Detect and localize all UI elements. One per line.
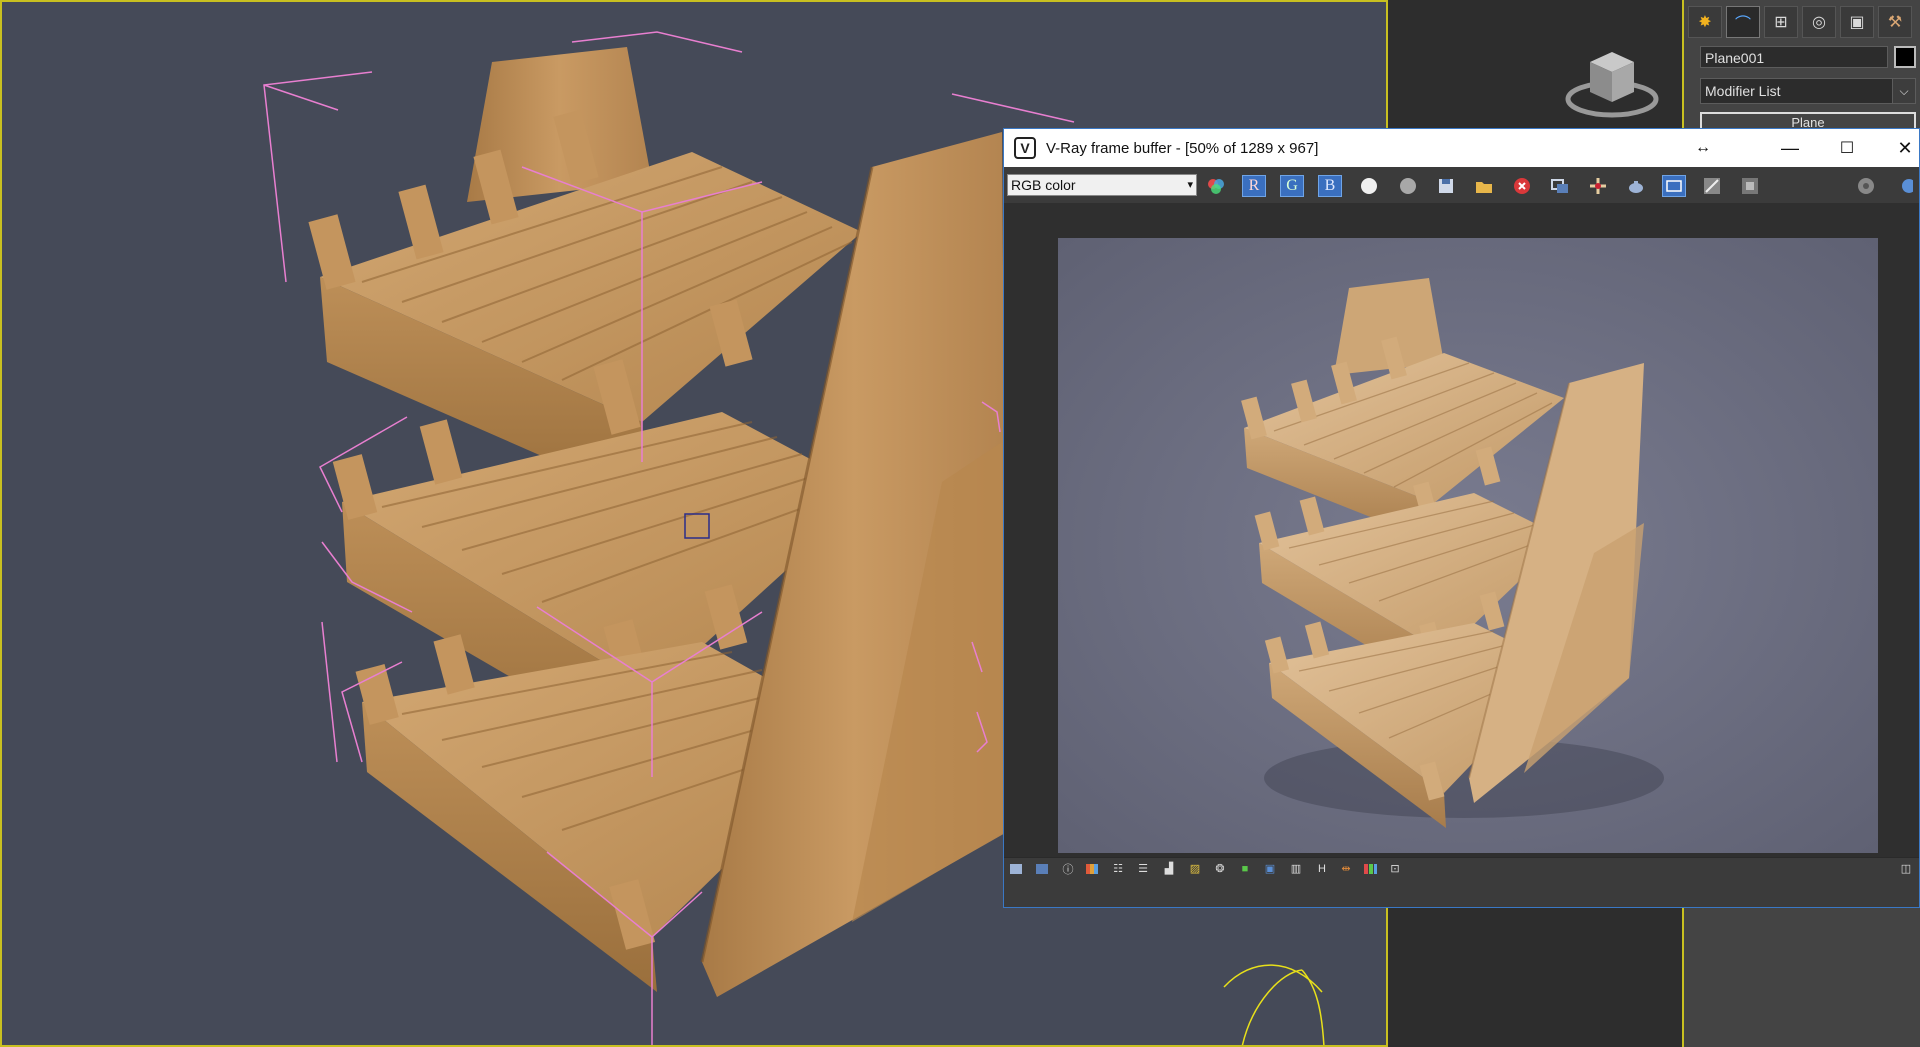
chevron-down-icon: ⌵ <box>1892 79 1915 103</box>
light-helper-icon[interactable] <box>1223 964 1325 1047</box>
minimize-button[interactable]: — <box>1767 129 1813 167</box>
sun-icon[interactable]: ✸ <box>1688 6 1722 38</box>
command-panel-tabs: ✸ ⌒ ⊞ ◎ ▣ ⚒ <box>1684 0 1920 44</box>
lut-icon[interactable]: ❂ <box>1212 861 1228 876</box>
save-icon[interactable] <box>1434 175 1458 197</box>
display-icon[interactable]: ▣ <box>1840 6 1874 38</box>
color-channels-icon[interactable] <box>1204 175 1228 197</box>
alpha-white-icon[interactable] <box>1357 175 1381 197</box>
histogram-icon[interactable]: ▟ <box>1161 861 1177 876</box>
balance-icon[interactable]: ☰ <box>1135 861 1151 876</box>
resize-arrows-icon[interactable]: ↔ <box>1680 129 1726 167</box>
vray-logo-icon: V <box>1014 137 1036 159</box>
info-icon[interactable]: ⓘ <box>1060 861 1076 876</box>
curve-icon[interactable]: ⌒ <box>1726 6 1760 38</box>
vray-frame-buffer-window: V V-Ray frame buffer - [50% of 1289 x 96… <box>1003 128 1920 908</box>
levels-icon[interactable] <box>1084 861 1100 876</box>
ocio-icon[interactable]: ■ <box>1237 861 1253 876</box>
object-name-field[interactable]: Plane001 <box>1700 46 1888 68</box>
vfb-toolbar: RGB color ▾ R G B <box>1004 167 1919 203</box>
vfb-title-bar[interactable]: V V-Ray frame buffer - [50% of 1289 x 96… <box>1004 129 1919 167</box>
motion-icon[interactable]: ◎ <box>1802 6 1836 38</box>
vfb-image-area[interactable] <box>1004 203 1919 857</box>
teapot-render-icon[interactable] <box>1624 175 1648 197</box>
clear-icon[interactable] <box>1510 175 1534 197</box>
folder-icon[interactable] <box>1472 175 1496 197</box>
frame-icon[interactable]: ⊡ <box>1387 861 1403 876</box>
red-channel-button[interactable]: R <box>1242 175 1266 197</box>
h-label[interactable]: H <box>1314 861 1330 876</box>
vfb-bottom-toolbar: ⓘ ☷ ☰ ▟ ▨ ❂ ■ ▣ ▥ H ⇹ ⊡ ◫ <box>1004 857 1919 880</box>
track-mouse-icon[interactable] <box>1586 175 1610 197</box>
pixel-aspect-icon[interactable] <box>1362 861 1378 876</box>
hammer-icon[interactable]: ⚒ <box>1878 6 1912 38</box>
maximize-button[interactable]: ☐ <box>1824 129 1870 167</box>
settings-gear-icon[interactable] <box>1854 175 1878 197</box>
channel-select[interactable]: RGB color ▾ <box>1007 174 1197 196</box>
more-tools-icon[interactable] <box>1896 175 1916 197</box>
chevron-down-icon: ▾ <box>1187 179 1193 191</box>
srgb-icon[interactable]: ▣ <box>1262 861 1278 876</box>
duplicate-icon[interactable] <box>1548 175 1572 197</box>
history-icon[interactable] <box>1008 861 1024 876</box>
rendered-image <box>1058 238 1878 853</box>
expand-panel-icon[interactable]: ◫ <box>1898 861 1914 876</box>
monochrome-icon[interactable] <box>1396 175 1420 197</box>
green-channel-button[interactable]: G <box>1280 175 1304 197</box>
curves-icon[interactable]: ☷ <box>1110 861 1126 876</box>
compare-icon[interactable]: ▥ <box>1288 861 1304 876</box>
object-color-swatch[interactable] <box>1894 46 1916 68</box>
modifier-list-label: Modifier List <box>1705 83 1781 99</box>
correction-icon[interactable] <box>1034 861 1050 876</box>
stamp-icon[interactable] <box>1738 175 1762 197</box>
blue-channel-button[interactable]: B <box>1318 175 1342 197</box>
close-button[interactable]: ✕ <box>1882 129 1920 167</box>
region-render-icon[interactable] <box>1662 175 1686 197</box>
hierarchy-icon[interactable]: ⊞ <box>1764 6 1798 38</box>
viewcube-icon[interactable] <box>1560 44 1660 124</box>
exposure-icon[interactable]: ▨ <box>1187 861 1203 876</box>
channel-select-value: RGB color <box>1011 177 1076 193</box>
horizontal-flip-icon[interactable]: ⇹ <box>1338 861 1354 876</box>
vfb-title: V-Ray frame buffer - [50% of 1289 x 967] <box>1046 139 1319 157</box>
lens-effects-icon[interactable] <box>1700 175 1724 197</box>
modifier-list-dropdown[interactable]: Modifier List ⌵ <box>1700 78 1916 104</box>
